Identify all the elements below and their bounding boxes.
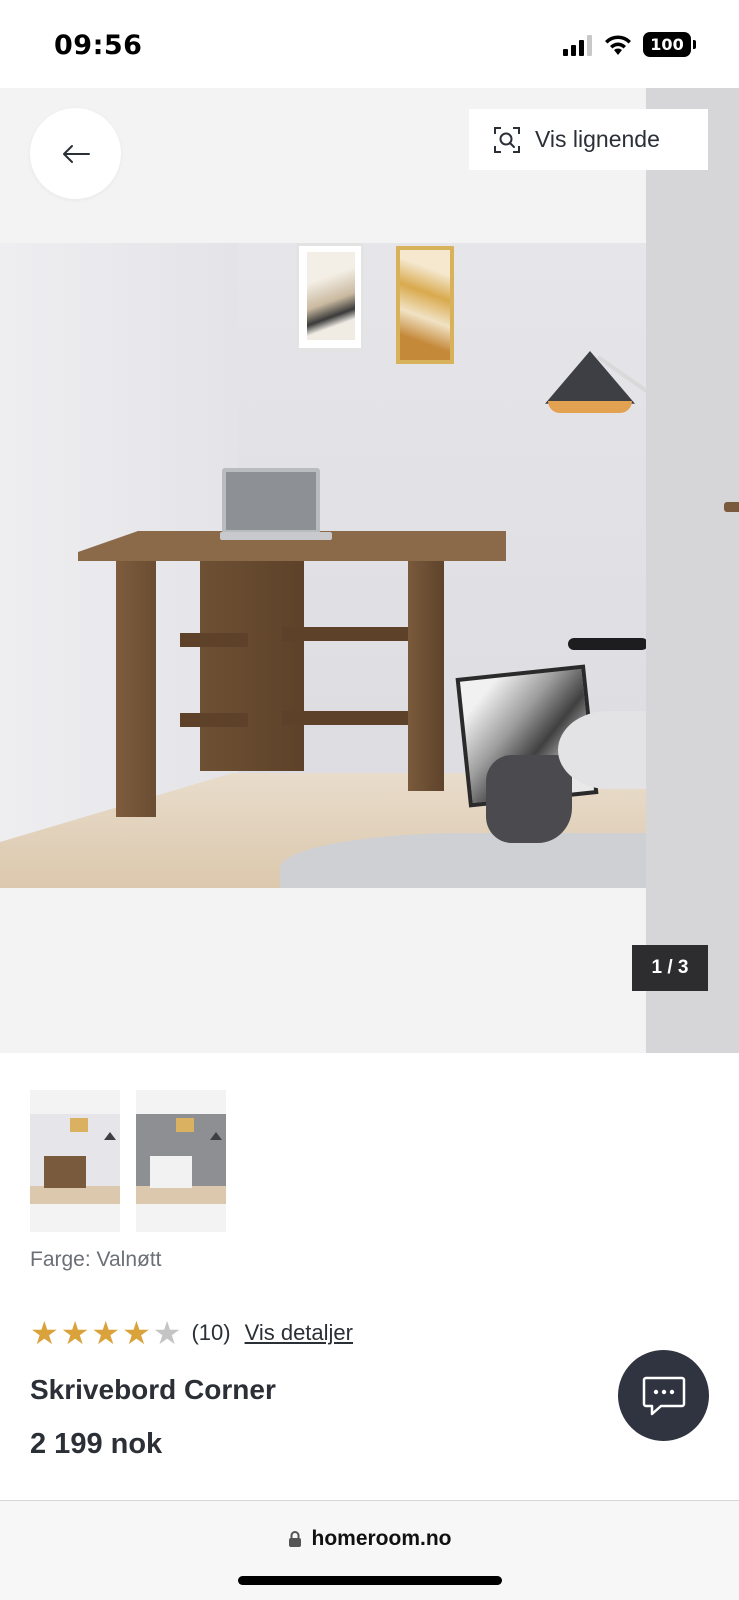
star-filled-icon: ★	[30, 1314, 59, 1352]
show-similar-button[interactable]: Vis lignende	[469, 109, 708, 170]
scene-frame-gold	[396, 246, 454, 364]
desk-shelf	[180, 713, 248, 727]
review-count: (10)	[191, 1320, 231, 1345]
product-image[interactable]	[0, 243, 646, 888]
rating-row: ★ ★ ★ ★ ★ (10) Vis detaljer	[30, 1316, 353, 1350]
next-image-detail	[724, 502, 739, 512]
home-indicator[interactable]	[238, 1576, 502, 1585]
thumbnail-art	[70, 1118, 88, 1132]
desk-back-panel	[200, 553, 304, 771]
product-image-gallery[interactable]: Vis lignende 1 / 3	[0, 88, 739, 1053]
product-price: 2 199 nok	[30, 1428, 163, 1460]
scene-throw	[486, 755, 572, 843]
visual-search-icon	[494, 126, 520, 153]
desk-shelf	[282, 627, 408, 641]
battery-icon: 100	[643, 32, 696, 57]
desk-shelf	[180, 633, 248, 647]
url-text: homeroom.no	[311, 1527, 452, 1550]
scene-lamp-rim	[548, 401, 632, 413]
battery-level: 100	[650, 35, 684, 54]
lock-icon	[288, 1531, 301, 1547]
url-display[interactable]: homeroom.no	[0, 1527, 739, 1551]
signal-icon	[563, 34, 592, 56]
star-filled-icon: ★	[60, 1314, 90, 1352]
star-filled-icon: ★	[91, 1314, 121, 1352]
thumbnail-art	[176, 1118, 194, 1132]
scene-laptop-base	[220, 532, 332, 540]
next-image-peek[interactable]	[646, 88, 739, 1053]
desk-shelf	[282, 711, 408, 725]
wifi-icon	[605, 34, 631, 55]
color-label: Farge: Valnøtt	[30, 1248, 162, 1271]
star-filled-icon: ★	[122, 1314, 151, 1352]
thumbnail-walnut[interactable]	[30, 1090, 120, 1232]
show-similar-label: Vis lignende	[535, 126, 660, 152]
star-empty-icon: ★	[152, 1314, 182, 1352]
chat-bubble-icon	[642, 1376, 685, 1415]
thumbnail-desk	[44, 1156, 86, 1188]
scene-chair-arm	[568, 638, 646, 650]
show-details-link[interactable]: Vis detaljer	[245, 1320, 353, 1346]
chat-button[interactable]	[618, 1350, 709, 1441]
thumbnail-floor	[136, 1186, 226, 1204]
image-counter: 1 / 3	[632, 945, 708, 991]
scene-laptop	[222, 468, 320, 534]
desk-leg	[116, 561, 156, 817]
thumbnail-white[interactable]	[136, 1090, 226, 1232]
status-bar: 09:56 100	[0, 0, 739, 88]
thumbnail-strip	[30, 1090, 226, 1232]
status-time: 09:56	[54, 30, 143, 61]
back-button[interactable]	[30, 108, 121, 199]
product-title: Skrivebord Corner	[30, 1374, 276, 1405]
scene-frame-abstract	[296, 243, 364, 351]
thumbnail-desk	[150, 1156, 192, 1188]
status-icons: 100	[563, 32, 696, 57]
browser-url-bar[interactable]: homeroom.no	[0, 1500, 739, 1600]
arrow-left-icon	[62, 144, 90, 163]
thumbnail-floor	[30, 1186, 120, 1204]
desk-leg	[408, 551, 444, 791]
